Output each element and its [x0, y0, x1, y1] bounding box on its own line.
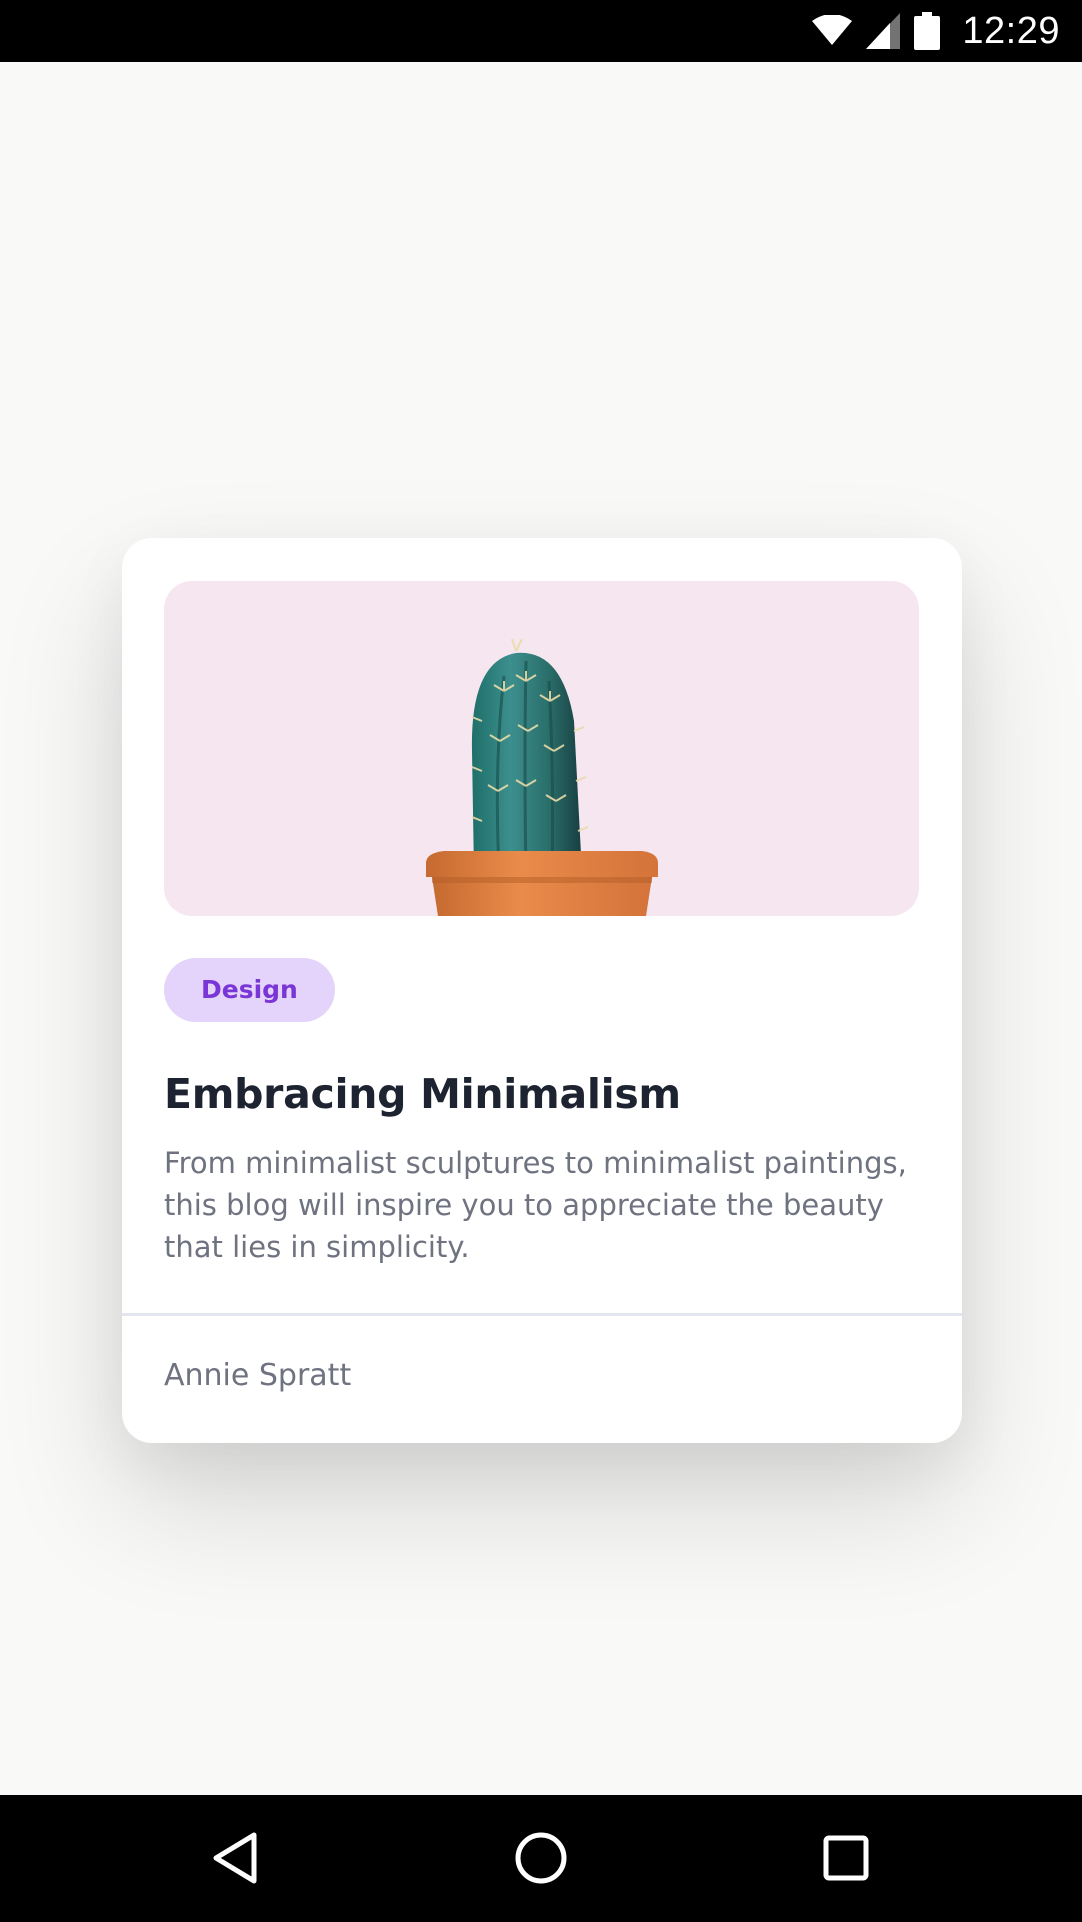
main-content: Design Embracing Minimalism From minimal…: [0, 62, 1082, 1795]
navigation-bar: [0, 1795, 1082, 1922]
card-image: [164, 581, 919, 916]
status-bar: 12:29: [0, 0, 1082, 62]
cactus-image: [426, 638, 658, 916]
battery-icon: [914, 12, 941, 50]
card-description: From minimalist sculptures to minimalist…: [164, 1146, 907, 1264]
recents-button[interactable]: [813, 1825, 879, 1891]
category-tag[interactable]: Design: [164, 958, 335, 1022]
home-button[interactable]: [508, 1825, 574, 1891]
blog-card[interactable]: Design Embracing Minimalism From minimal…: [122, 538, 962, 1443]
card-author[interactable]: Annie Spratt: [164, 1358, 351, 1393]
status-icons: 12:29: [812, 0, 1060, 62]
back-button[interactable]: [202, 1825, 268, 1891]
cell-signal-icon: [866, 13, 901, 49]
back-icon: [213, 1832, 257, 1884]
recents-icon: [823, 1835, 869, 1881]
wifi-icon: [812, 15, 853, 47]
status-time: 12:29: [962, 9, 1060, 52]
home-icon: [515, 1832, 567, 1884]
card-title[interactable]: Embracing Minimalism: [164, 1070, 681, 1118]
card-divider: [122, 1313, 962, 1316]
